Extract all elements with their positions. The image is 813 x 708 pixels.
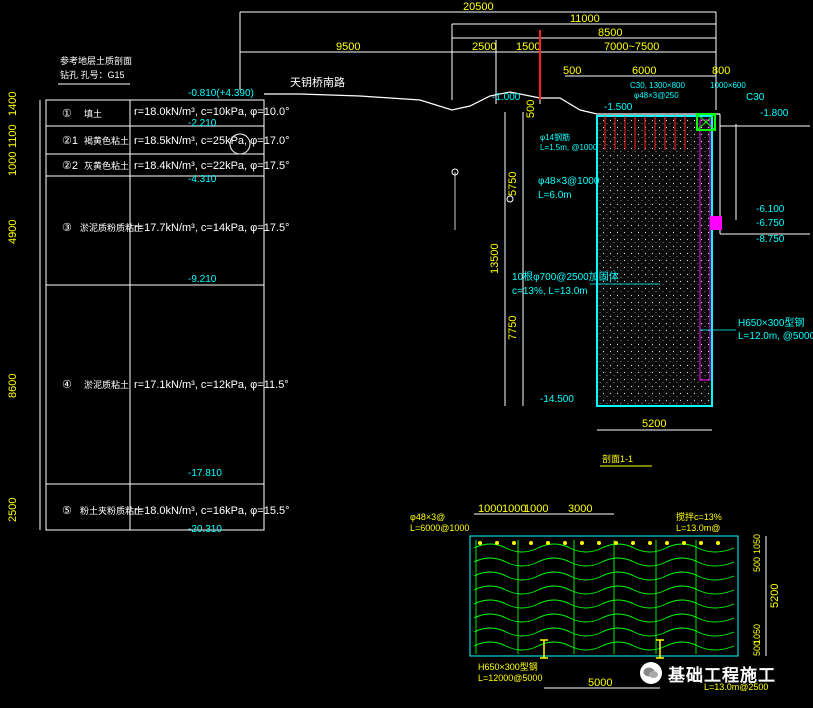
dim-8500: 8500 (598, 27, 622, 39)
plan-pile-pattern (473, 540, 735, 654)
sec-dim-5750: 5750 (507, 172, 519, 196)
left-dim-2: 1100 (7, 124, 19, 148)
nail-upper-len: L=6.0m (538, 190, 572, 201)
dim-20500: 20500 (463, 1, 494, 13)
left-dim-3: 1000 (7, 152, 19, 176)
borehole-column: 参考地层土质剖面 钻孔 孔号：G15 1400 1100 1000 4900 8… (7, 55, 290, 535)
layer-5-name: 淤泥质粘土 (84, 379, 129, 390)
plan-bottom-dim: 5000 (588, 677, 612, 689)
borehole-title: 参考地层土质剖面 (60, 55, 132, 66)
plan-h-label: H650×300型钢 (478, 661, 538, 672)
layer-2-no: ②1 (62, 135, 78, 147)
wechat-icon (640, 662, 662, 684)
top-beam-sub: C30 (746, 92, 765, 103)
left-dim-4: 4900 (7, 220, 19, 244)
section-1-1: C30, 1300×800 φ48×3@250 1000×600 C30 -1.… (451, 81, 813, 467)
left-dim-1: 1400 (7, 92, 19, 116)
layer-4-no: ③ (62, 222, 72, 234)
watermark-text: 基础工程施工 (668, 665, 776, 686)
level-4: -4.310 (188, 174, 217, 185)
plan-nail-len: L=6000@1000 (410, 523, 469, 533)
plan-dim-2: 1000 (502, 503, 526, 515)
dim-7000-7500: 7000~7500 (604, 41, 659, 53)
ground-profile: 天钥桥南路 -1.000 -1.800 -6.100 -6.750 -8.750 (264, 30, 810, 245)
layer-3-name: 灰黄色粘土 (84, 160, 129, 171)
plan-h-len: L=12000@5000 (478, 673, 542, 683)
level-top: -0.810(+4.390) (188, 88, 254, 99)
dim-6000: 6000 (632, 65, 656, 77)
mixing-pile-label: 10根φ700@2500加固体 (512, 270, 619, 283)
level-right-2: -6.100 (756, 204, 785, 215)
plan-rdim-1: 1050 (752, 534, 762, 554)
nail-top-len: L=1.5m, @1000 (540, 143, 598, 152)
layer-1-no: ① (62, 108, 72, 120)
level-bottom: -14.500 (540, 394, 574, 405)
plan-nail-heads (478, 541, 720, 545)
left-dim-5: 8600 (7, 374, 19, 398)
steel-h-label: H650×300型钢 (738, 316, 804, 329)
nail-upper-label: φ48×3@1000 (538, 176, 600, 187)
dim-11000: 11000 (570, 13, 600, 25)
level-7: -20.310 (188, 524, 222, 535)
layer-6-no: ⑤ (62, 505, 72, 517)
level-road: -1.000 (492, 92, 521, 103)
dim-1500: 1500 (516, 41, 540, 53)
level-right-3: -6.750 (756, 218, 785, 229)
plan-rdim-5: 500 (752, 641, 762, 656)
plan-cement-label: 搅拌c=13% (676, 511, 722, 522)
cap-beam-sub: φ48×3@250 (634, 91, 679, 100)
dim-800: 800 (712, 65, 730, 77)
level-2: -2.210 (188, 118, 217, 129)
plan-dim-4: 3000 (568, 503, 592, 515)
soil-hatch (597, 116, 712, 406)
cad-drawing-canvas: 参考地层土质剖面 钻孔 孔号：G15 1400 1100 1000 4900 8… (7, 1, 813, 692)
road-label: 天钥桥南路 (290, 75, 345, 89)
nail-top-label: φ14钢筋 (540, 132, 570, 142)
waterstop-marker (710, 216, 722, 230)
plan-nail-label: φ48×3@ (410, 512, 445, 522)
layer-1-name: 填土 (84, 108, 102, 119)
dim-9500: 9500 (336, 41, 360, 53)
watermark: 基础工程施工 (640, 656, 810, 690)
layer-2-props: r=18.5kN/m³, c=25kPa, φ=17.0° (134, 135, 290, 147)
section-title: 剖面1-1 (602, 453, 633, 464)
layer-6-props: r=18.0kN/m³, c=16kPa, φ=15.5° (134, 505, 290, 517)
plan-rdim-2: 500 (752, 557, 762, 572)
level-right-1: -1.800 (760, 108, 789, 119)
level-section-top: -1.500 (604, 102, 633, 113)
dim-500: 500 (563, 65, 581, 77)
left-dim-6: 2500 (7, 498, 19, 522)
sec-dim-13500: 13500 (489, 243, 501, 274)
layer-3-props: r=18.4kN/m³, c=22kPa, φ=17.5° (134, 160, 290, 172)
layer-1-props: r=18.0kN/m³, c=10kPa, φ=10.0° (134, 106, 290, 118)
layer-3-no: ②2 (62, 160, 78, 172)
plan-cement-len: L=13.0m@ (676, 523, 720, 533)
plan-dim-1: 1000 (478, 503, 502, 515)
plan-rdim-3: 5200 (769, 584, 781, 608)
level-6: -17.810 (188, 468, 222, 479)
level-right-4: -8.750 (756, 234, 785, 245)
borehole-subtitle: 钻孔 孔号：G15 (60, 69, 125, 80)
steel-h-len: L=12.0m, @5000 (738, 331, 813, 342)
layer-5-props: r=17.1kN/m³, c=12kPa, φ=11.5° (134, 379, 289, 391)
sec-dim-7750: 7750 (507, 316, 519, 340)
plan-dim-3: 1000 (524, 503, 548, 515)
level-5: -9.210 (188, 274, 217, 285)
layer-4-props: r=17.7kN/m³, c=14kPa, φ=17.5° (134, 222, 290, 234)
layer-2-name: 褐黄色粘土 (84, 135, 129, 146)
layer-5-no: ④ (62, 379, 72, 391)
dim-2500: 2500 (472, 41, 496, 53)
cap-beam-label: C30, 1300×800 (630, 81, 685, 90)
sec-width: 5200 (642, 418, 666, 430)
top-beam-label: 1000×600 (710, 81, 746, 90)
sec-dim-500: 500 (525, 100, 537, 118)
